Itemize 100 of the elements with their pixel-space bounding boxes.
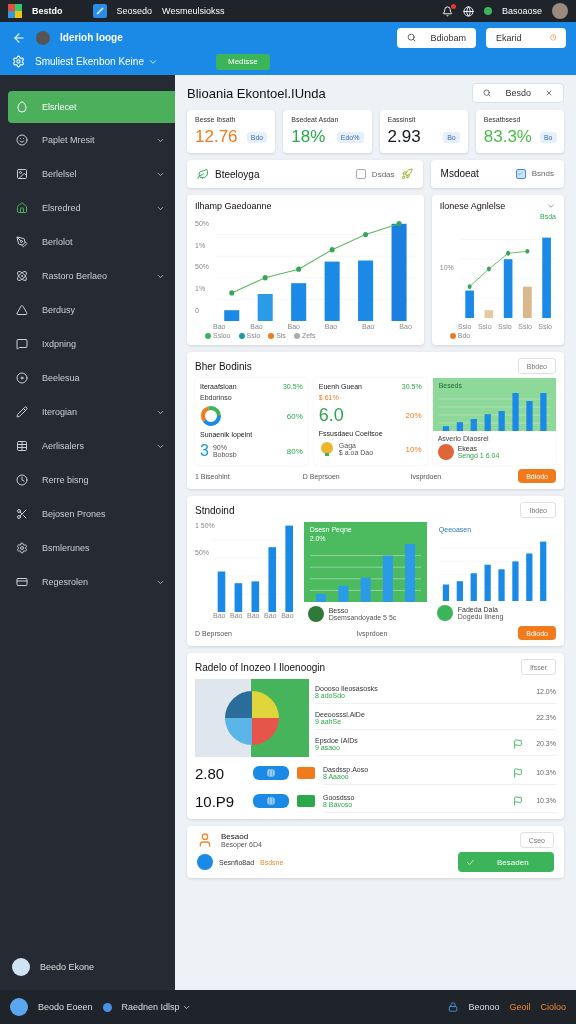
chart-bar: [498, 569, 505, 601]
chevron-icon[interactable]: [546, 201, 556, 211]
kpi-value: 83.3%: [483, 127, 532, 147]
chart-bar: [484, 310, 493, 318]
legend-swatch: [293, 332, 300, 339]
sidebar-item[interactable]: Rastoro Berlaeo: [8, 263, 175, 290]
chart-bar: [358, 260, 374, 321]
data-point: [296, 266, 302, 272]
search-button[interactable]: Besdo: [472, 83, 564, 103]
chart-title: Ilonese Agnlelse: [439, 201, 506, 211]
sidebar-item[interactable]: Rerre bisng: [8, 467, 175, 494]
flag-icon[interactable]: [513, 795, 523, 806]
data-point: [505, 250, 510, 256]
data-point: [329, 247, 335, 253]
stat-metric: 10%: [405, 444, 422, 454]
notification-icon[interactable]: [441, 5, 453, 17]
chart-bar: [484, 564, 491, 601]
page-title: Blioania Ekontoel.IUnda: [187, 85, 326, 101]
nav-link[interactable]: Seosedo: [116, 6, 153, 16]
lock-icon[interactable]: [448, 1002, 459, 1012]
checkbox-label: Bsnds: [531, 169, 554, 178]
total-value: 2.80: [195, 764, 226, 782]
pen-icon: [16, 236, 28, 249]
section-title: Stndoind: [195, 504, 235, 516]
sidebar-item[interactable]: Aerlisalers: [8, 433, 175, 460]
rocket-icon[interactable]: [400, 168, 413, 180]
close-icon: [545, 89, 553, 97]
stat-metric: 60%: [286, 411, 303, 421]
bottom-link[interactable]: Geoil: [509, 1002, 531, 1012]
sidebar-item[interactable]: Bsmlerunes: [8, 535, 175, 562]
sidebar-item[interactable]: Elsredred: [8, 195, 175, 222]
app-name: Bestdo: [32, 6, 63, 16]
globe-icon[interactable]: [462, 5, 474, 17]
chart-bar: [251, 581, 260, 612]
user-icon: [197, 832, 213, 848]
chat-icon: [16, 338, 28, 351]
toggle-button[interactable]: [253, 766, 289, 780]
chart-bar: [526, 553, 533, 601]
chart-bar: [512, 393, 519, 431]
status-dot: [102, 1002, 112, 1012]
section-title: Bher Bodinis: [195, 360, 252, 372]
back-icon[interactable]: [12, 30, 26, 45]
stat-value: 3: [200, 442, 209, 460]
chart-bar: [484, 414, 491, 431]
item-avatar: [307, 606, 324, 622]
chart-bar: [512, 561, 519, 601]
flag-icon[interactable]: [513, 738, 523, 749]
item-avatar: [436, 605, 453, 621]
search-button[interactable]: Bdiobam: [397, 27, 476, 48]
total-value: 10.P9: [195, 792, 236, 810]
bottom-link[interactable]: Cioloo: [540, 1002, 566, 1012]
app-logo-icon: [8, 4, 22, 18]
leaf-icon: [197, 168, 209, 180]
sidebar-item[interactable]: Berdusy: [8, 297, 175, 324]
data-point: [229, 290, 235, 296]
sidebar-item[interactable]: Bejosen Prones: [8, 501, 175, 528]
chart-bar: [442, 426, 449, 431]
sidebar-item[interactable]: Paplet Mresit: [8, 127, 175, 154]
atom-icon: [16, 270, 28, 283]
nav-link[interactable]: Wesmeulsiokss: [162, 6, 225, 16]
donut-icon: [200, 405, 222, 427]
chart-bar: [315, 593, 326, 602]
smile-icon: [16, 134, 28, 147]
checkbox[interactable]: [515, 168, 526, 179]
search-icon: [483, 89, 492, 97]
legend-swatch: [205, 332, 211, 339]
sidebar-item[interactable]: Iterogian: [8, 399, 175, 426]
item-avatar: [437, 444, 454, 460]
check-icon: [466, 857, 475, 867]
checkbox-label: Dsdas: [371, 169, 395, 179]
chart-bar: [456, 422, 463, 431]
filter-button[interactable]: Ekarid: [486, 27, 566, 48]
checkbox[interactable]: [355, 169, 366, 179]
kpi-value: 18%: [291, 127, 326, 147]
chart-bar: [465, 290, 474, 318]
chart-bar: [360, 577, 371, 602]
settings-icon[interactable]: [12, 55, 25, 68]
project-selector[interactable]: Smuliest Ekenbon Keine: [35, 56, 144, 67]
legend-swatch: [238, 332, 245, 339]
bottom-label: Beodo Eoeen: [38, 1002, 93, 1012]
bottom-selector[interactable]: Raednen Idlsp: [121, 1002, 180, 1012]
sidebar-item[interactable]: Regesrolen: [8, 569, 175, 596]
chart-bar: [442, 584, 449, 601]
data-point: [396, 221, 402, 227]
sidebar-item[interactable]: Berlolot: [8, 229, 175, 256]
chart-bar: [503, 259, 513, 318]
notification-dot: [450, 3, 456, 9]
account-name: Iderioh Iooge: [60, 32, 123, 43]
sidebar-item[interactable]: Ixdpning: [8, 331, 175, 358]
triangle-icon: [16, 304, 28, 317]
sidebar-item[interactable]: Berlelsel: [8, 161, 175, 188]
profile-avatar: [12, 958, 30, 976]
chart-bar: [382, 555, 393, 602]
toggle-button[interactable]: [253, 794, 289, 808]
bottom-label: Beonoo: [468, 1002, 500, 1012]
note-title: Besaod: [221, 832, 250, 841]
flag-icon[interactable]: [513, 767, 523, 778]
data-point: [262, 275, 268, 281]
sidebar-item[interactable]: Beelesua: [8, 365, 175, 392]
chart-bar: [539, 393, 547, 431]
